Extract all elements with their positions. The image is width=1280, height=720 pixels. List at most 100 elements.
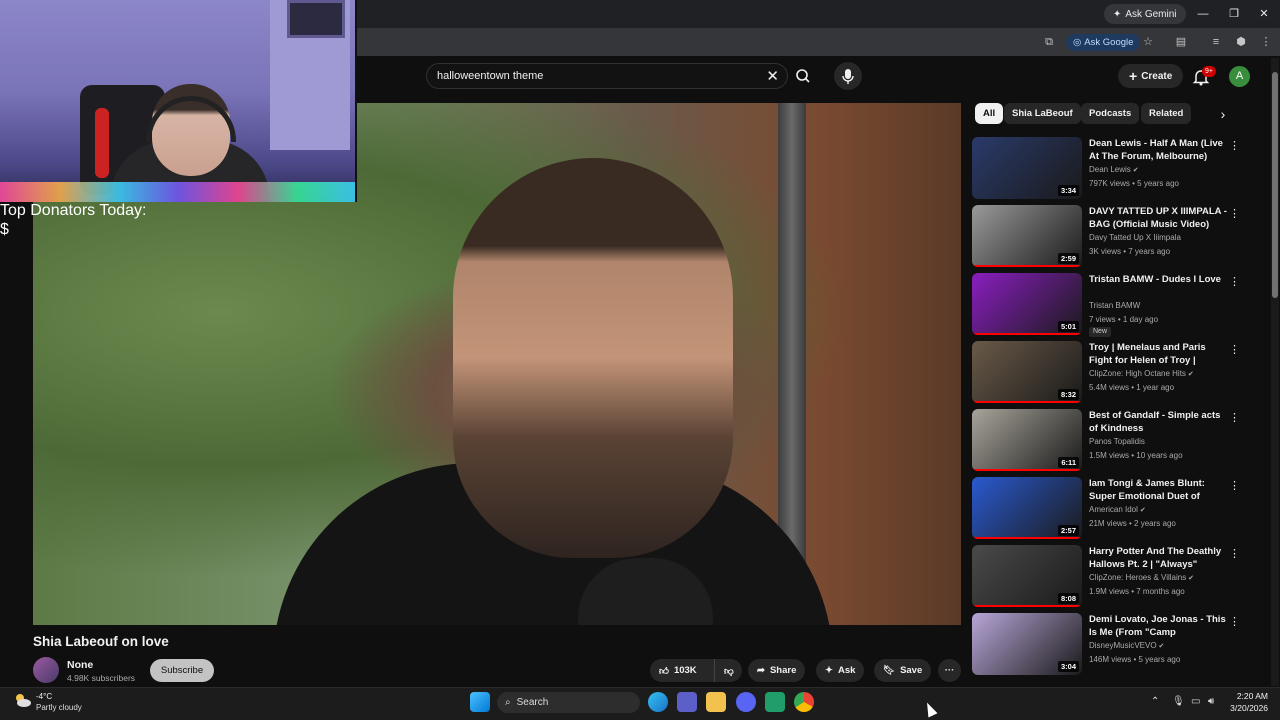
edge-icon[interactable] — [648, 692, 668, 712]
recommendation-title[interactable]: Harry Potter And The Deathly Hallows Pt.… — [1089, 545, 1227, 571]
windows-taskbar — [0, 687, 1280, 720]
app-icon[interactable] — [765, 692, 785, 712]
recommendation-thumbnail[interactable]: 6:11 — [972, 409, 1082, 471]
taskbar-search[interactable]: ⌕ Search — [497, 692, 640, 713]
recommendation-item[interactable]: 3:34 Dean Lewis - Half A Man (Live At The… — [972, 137, 1262, 201]
more-vertical-icon[interactable]: ⋮ — [1229, 547, 1240, 560]
network-icon[interactable]: ▭ — [1191, 696, 1200, 707]
ask-google-button[interactable]: ◎ Ask Google — [1066, 34, 1141, 51]
like-button[interactable]: 👍︎ 103K — [650, 659, 714, 682]
tab-search-icon[interactable]: ≡ — [1207, 33, 1225, 51]
share-label: Share — [769, 665, 797, 676]
webcam-picture-frame — [287, 0, 345, 38]
clock-date[interactable]: 3/20/2026 — [1218, 703, 1268, 713]
person-head — [453, 158, 733, 558]
more-vertical-icon[interactable]: ⋮ — [1229, 275, 1240, 288]
recommendation-title[interactable]: Iam Tongi & James Blunt: Super Emotional… — [1089, 477, 1227, 503]
search-input[interactable]: halloweentown theme ✕ — [426, 63, 788, 89]
discord-icon[interactable] — [736, 692, 756, 712]
recommendation-thumbnail[interactable]: 8:08 — [972, 545, 1082, 607]
recommendation-title[interactable]: Troy | Menelaus and Paris Fight for Hele… — [1089, 341, 1227, 367]
recommendation-channel[interactable]: Panos Topalidis — [1089, 437, 1145, 446]
chevron-up-icon[interactable]: ⌃ — [1151, 696, 1159, 707]
file-explorer-icon[interactable] — [706, 692, 726, 712]
extensions-icon[interactable]: ⬢ — [1232, 33, 1250, 51]
save-button[interactable]: 🔖︎ Save — [874, 659, 932, 682]
recommendation-title[interactable]: Best of Gandalf - Simple acts of Kindnes… — [1089, 409, 1227, 435]
chip-shia-labeouf[interactable]: Shia LaBeouf — [1004, 103, 1081, 124]
channel-avatar[interactable] — [33, 657, 59, 683]
recommendation-title[interactable]: Dean Lewis - Half A Man (Live At The For… — [1089, 137, 1227, 163]
browser-menu-icon[interactable]: ⋮ — [1257, 33, 1275, 51]
recommendation-item[interactable]: 5:01 Tristan BAMW - Dudes I Love Tristan B… — [972, 273, 1262, 337]
recommendation-thumbnail[interactable]: 5:01 — [972, 273, 1082, 335]
voice-search-button[interactable] — [834, 62, 862, 90]
recommendation-item[interactable]: 2:57 Iam Tongi & James Blunt: Super Emoti… — [972, 477, 1262, 541]
more-vertical-icon[interactable]: ⋮ — [1229, 139, 1240, 152]
maximize-icon[interactable]: ❐ — [1226, 6, 1242, 22]
recommendation-thumbnail[interactable]: 2:59 — [972, 205, 1082, 267]
more-vertical-icon[interactable]: ⋮ — [1229, 615, 1240, 628]
scrollbar-thumb[interactable] — [1272, 72, 1278, 298]
verified-icon: ✔ — [1185, 371, 1194, 378]
chip-all[interactable]: All — [975, 103, 1004, 124]
recommendation-channel-name: DisneyMusicVEVO — [1089, 641, 1157, 650]
verified-icon: ✔ — [1156, 643, 1165, 650]
search-button[interactable] — [788, 63, 818, 89]
account-avatar[interactable]: A — [1229, 66, 1250, 87]
chrome-icon[interactable] — [794, 692, 814, 712]
more-actions-button[interactable]: ··· — [938, 659, 961, 682]
recommendation-item[interactable]: 3:04 Demi Lovato, Joe Jonas - This Is Me … — [972, 613, 1262, 677]
reading-list-icon[interactable]: ▤ — [1172, 33, 1190, 51]
screen: ✦ Ask Gemini — ❐ ✕ ⧉ ◎ Ask Google ☆ ▤ ≡ … — [0, 0, 1280, 720]
start-button[interactable] — [470, 692, 490, 712]
subscribe-button[interactable]: Subscribe — [150, 659, 214, 682]
recommendation-item[interactable]: 2:59 DAVY TATTED UP X IIIMPALA - BAG (Off… — [972, 205, 1262, 269]
ask-button[interactable]: ✦ Ask — [816, 659, 865, 682]
video-title: Shia Labeouf on love — [33, 634, 169, 649]
dislike-button[interactable]: 👎︎ — [714, 659, 742, 682]
install-app-icon[interactable]: ⧉ — [1040, 33, 1058, 51]
close-window-icon[interactable]: ✕ — [1256, 6, 1272, 22]
search-icon: ⌕ — [505, 697, 511, 708]
recommendation-channel[interactable]: Dean Lewis ✔ — [1089, 165, 1139, 174]
recommendation-title[interactable]: DAVY TATTED UP X IIIMPALA - BAG (Officia… — [1089, 205, 1227, 231]
recommendation-channel[interactable]: DisneyMusicVEVO ✔ — [1089, 641, 1164, 650]
more-horizontal-icon: ··· — [944, 665, 955, 676]
more-vertical-icon[interactable]: ⋮ — [1229, 207, 1240, 220]
recommendation-title[interactable]: Demi Lovato, Joe Jonas - This Is Me (Fro… — [1089, 613, 1227, 639]
video-duration: 2:57 — [1057, 525, 1079, 536]
share-button[interactable]: ➦ Share — [748, 659, 806, 682]
recommendation-channel[interactable]: Tristan BAMW — [1089, 301, 1140, 310]
microphone-tray-icon[interactable]: 🎙︎ — [1172, 696, 1185, 707]
recommendation-channel[interactable]: ClipZone: High Octane Hits ✔ — [1089, 369, 1194, 378]
recommendation-channel[interactable]: Davy Tatted Up X Iiimpala — [1089, 233, 1181, 242]
recommendation-thumbnail[interactable]: 8:32 — [972, 341, 1082, 403]
recommendation-thumbnail[interactable]: 3:34 — [972, 137, 1082, 199]
minimize-icon[interactable]: — — [1195, 6, 1211, 22]
recommendation-item[interactable]: 8:32 Troy | Menelaus and Paris Fight for … — [972, 341, 1262, 405]
recommendation-thumbnail[interactable]: 3:04 — [972, 613, 1082, 675]
recommendation-channel[interactable]: ClipZone: Heroes & Villains ✔ — [1089, 573, 1194, 582]
chevron-right-icon[interactable]: › — [1214, 106, 1232, 124]
clock-time[interactable]: 2:20 AM — [1228, 691, 1268, 701]
volume-icon[interactable]: 🔊︎ — [1208, 696, 1214, 707]
chip-related[interactable]: Related — [1141, 103, 1192, 124]
bookmark-star-icon[interactable]: ☆ — [1139, 33, 1157, 51]
recommendation-title[interactable]: Tristan BAMW - Dudes I Love — [1089, 273, 1227, 286]
channel-name[interactable]: None — [67, 659, 93, 671]
create-button[interactable]: + Create — [1118, 64, 1184, 88]
more-vertical-icon[interactable]: ⋮ — [1229, 479, 1240, 492]
verified-icon: ✔ — [1186, 575, 1195, 582]
recommendation-channel[interactable]: American Idol ✔ — [1089, 505, 1146, 514]
recommendation-item[interactable]: 8:08 Harry Potter And The Deathly Hallows… — [972, 545, 1262, 609]
recommendation-thumbnail[interactable]: 2:57 — [972, 477, 1082, 539]
recommendation-channel-name: Dean Lewis — [1089, 165, 1131, 174]
clear-search-icon[interactable]: ✕ — [766, 67, 779, 85]
chip-podcasts[interactable]: Podcasts — [1081, 103, 1140, 124]
recommendation-item[interactable]: 6:11 Best of Gandalf - Simple acts of Kin… — [972, 409, 1262, 473]
more-vertical-icon[interactable]: ⋮ — [1229, 343, 1240, 356]
ask-gemini-button[interactable]: ✦ Ask Gemini — [1104, 4, 1186, 24]
more-vertical-icon[interactable]: ⋮ — [1229, 411, 1240, 424]
teams-icon[interactable] — [677, 692, 697, 712]
